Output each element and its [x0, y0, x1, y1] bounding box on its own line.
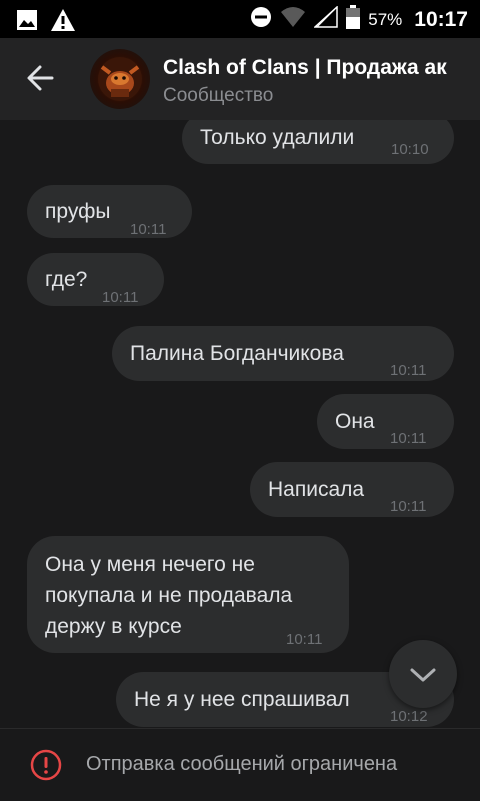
message-outgoing[interactable]: Она 10:11 [317, 394, 454, 449]
message-time: 10:11 [390, 498, 427, 515]
chat-subtitle: Сообщество [163, 85, 274, 106]
restriction-notice: Отправка сообщений ограничена [86, 753, 398, 775]
message-text: где? [45, 268, 88, 291]
chevron-down-icon [410, 668, 436, 682]
message-list[interactable]: Только удалили 10:10 пруфы 10:11 где? 10… [0, 120, 480, 728]
message-text: Она [335, 410, 375, 433]
image-icon [16, 9, 38, 36]
do-not-disturb-icon [250, 6, 272, 33]
message-outgoing[interactable]: Написала 10:11 [250, 462, 454, 517]
message-line: держу в курсе [45, 615, 182, 638]
composer-restricted-bar: Отправка сообщений ограничена [0, 728, 480, 801]
warning-icon [50, 8, 76, 37]
message-time: 10:10 [391, 141, 429, 158]
battery-percentage: 57% [368, 9, 403, 29]
message-incoming[interactable]: пруфы 10:11 [27, 185, 192, 238]
message-text: пруфы [45, 200, 111, 223]
message-incoming[interactable]: Она у меня нечего не покупала и не прода… [27, 536, 349, 653]
wifi-icon [280, 6, 306, 33]
message-line: покупала и не продавала [45, 584, 293, 607]
message-text: Написала [268, 478, 365, 501]
message-time: 10:11 [390, 362, 427, 379]
message-time: 10:11 [390, 430, 427, 447]
clock: 10:17 [414, 7, 468, 31]
back-button[interactable] [22, 58, 62, 98]
message-line: Она у меня нечего не [45, 553, 255, 576]
message-text: Она у меня нечего не покупала и не прода… [45, 549, 292, 642]
message-text: Палина Богданчикова [130, 342, 344, 365]
message-text: Не я у нее спрашивал [134, 688, 350, 711]
message-outgoing[interactable]: Только удалили 10:10 [182, 120, 454, 164]
message-incoming[interactable]: где? 10:11 [27, 253, 164, 306]
signal-icon [313, 5, 338, 33]
message-time: 10:11 [286, 631, 323, 648]
chat-header: Clash of Clans | Продажа ак Сообщество [0, 38, 480, 120]
message-time: 10:11 [102, 289, 139, 306]
error-icon [30, 749, 62, 781]
message-outgoing[interactable]: Палина Богданчикова 10:11 [112, 326, 454, 381]
status-bar: 57% 10:17 [0, 0, 480, 38]
back-arrow-icon [27, 65, 54, 91]
community-avatar[interactable] [90, 49, 150, 109]
chat-title[interactable]: Clash of Clans | Продажа ак [163, 56, 480, 80]
scroll-to-bottom-button[interactable] [389, 640, 457, 708]
battery-icon [346, 5, 361, 34]
message-text: Только удалили [200, 126, 355, 149]
message-time: 10:11 [130, 221, 167, 238]
